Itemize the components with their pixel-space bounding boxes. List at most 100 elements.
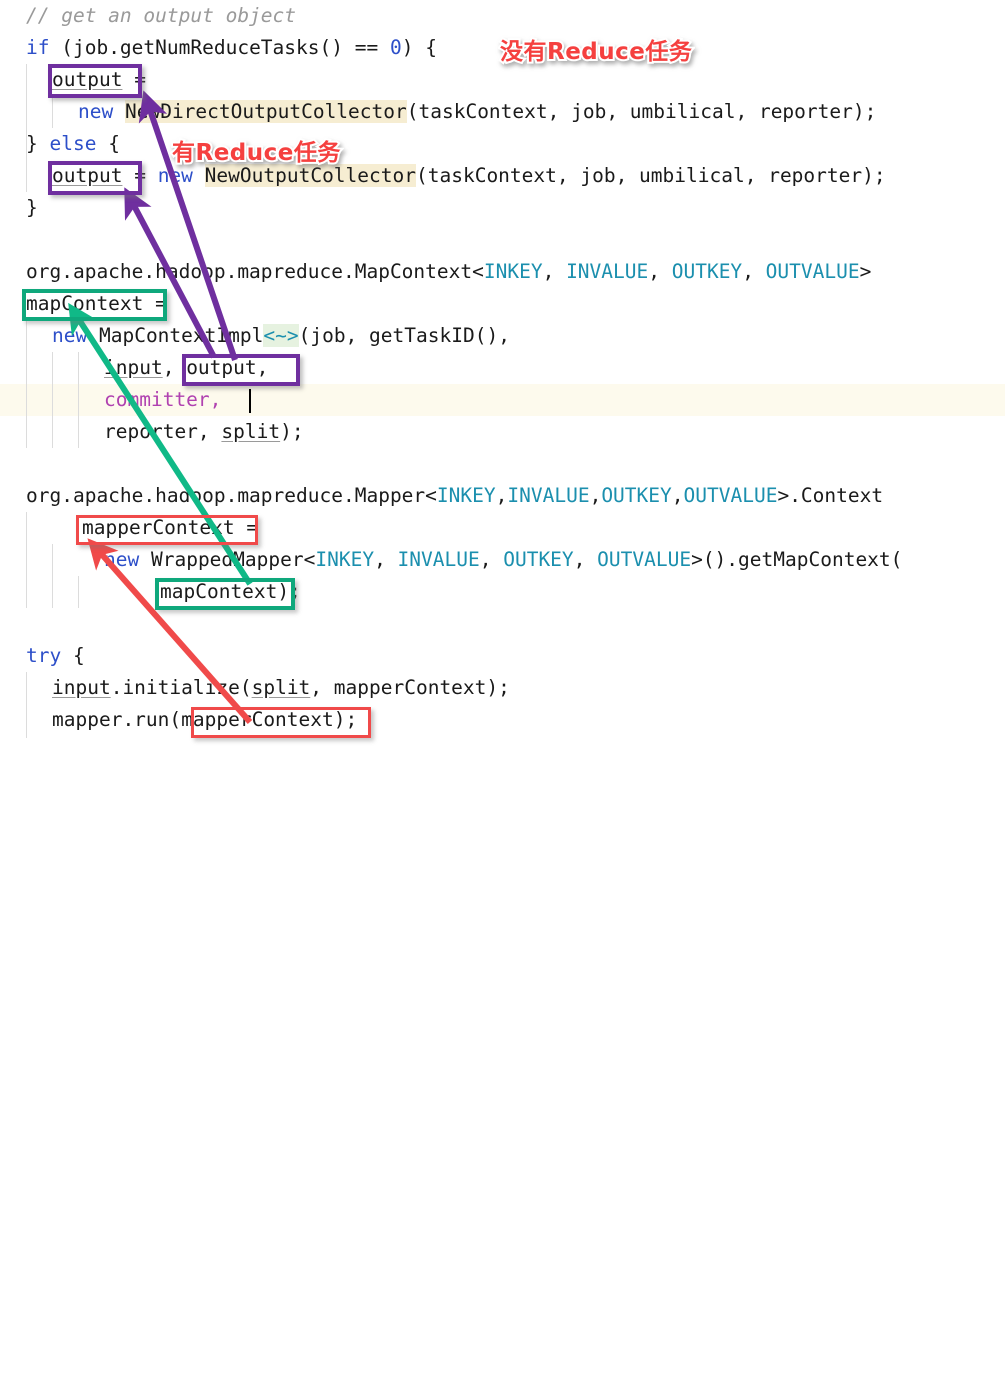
code-line: org.apache.hadoop.mapreduce.Mapper<INKEY… bbox=[26, 480, 883, 512]
code-content: // get an output object if (job.getNumRe… bbox=[0, 0, 1005, 738]
keyword-new: new bbox=[104, 548, 140, 571]
identifier-reporter: reporter bbox=[104, 420, 198, 443]
code-text: ); bbox=[486, 676, 510, 699]
code-line: } bbox=[26, 192, 38, 224]
class-map-context-impl: MapContextImpl bbox=[98, 324, 264, 347]
code-text: ) { bbox=[401, 36, 437, 59]
code-text: < bbox=[472, 260, 484, 283]
code-line: committer, bbox=[104, 384, 221, 416]
generic-inkey: INKEY bbox=[315, 548, 375, 571]
code-text: , bbox=[374, 548, 398, 571]
generic-inkey: INKEY bbox=[436, 484, 496, 507]
keyword-try: try bbox=[26, 644, 62, 667]
text-cursor bbox=[249, 389, 251, 413]
folded-generics-marker[interactable]: <~> bbox=[263, 324, 299, 347]
identifier-input: input bbox=[52, 676, 111, 699]
call-get-task-id: getTaskID() bbox=[369, 324, 499, 347]
identifier-input: input bbox=[104, 356, 163, 379]
generic-outvalue: OUTVALUE bbox=[597, 548, 692, 571]
code-text: , bbox=[742, 260, 766, 283]
identifier-committer: committer bbox=[104, 388, 210, 411]
code-line: new MapContextImpl<~>(job, getTaskID(), bbox=[52, 320, 510, 352]
generic-inkey: INKEY bbox=[483, 260, 543, 283]
constructor-args: (taskContext, job, umbilical, reporter); bbox=[416, 164, 886, 187]
code-text: } bbox=[26, 132, 50, 155]
annotation-box-mappercontext-top bbox=[76, 515, 258, 545]
generic-outvalue: OUTVALUE bbox=[683, 484, 778, 507]
code-text: ); bbox=[280, 420, 304, 443]
code-text: , bbox=[573, 548, 598, 571]
generic-outkey: OUTKEY bbox=[503, 548, 574, 571]
fqn-map-context: org.apache.hadoop.mapreduce.MapContext bbox=[26, 260, 473, 283]
callout-no-reduce-task: 没有Reduce任务 bbox=[498, 37, 694, 67]
code-text: { bbox=[61, 644, 85, 667]
class-wrapped-mapper: WrappedMapper bbox=[150, 548, 304, 571]
code-text: , bbox=[479, 548, 504, 571]
callout-has-reduce-task: 有Reduce任务 bbox=[170, 138, 342, 168]
code-text: , bbox=[498, 324, 510, 347]
literal-zero: 0 bbox=[389, 36, 402, 59]
call-get-map-context: getMapContext( bbox=[738, 548, 903, 571]
code-line: input.initialize(split, mapperContext); bbox=[52, 672, 510, 704]
code-line: new NewDirectOutputCollector(taskContext… bbox=[78, 96, 876, 128]
annotation-box-output-2 bbox=[48, 161, 142, 195]
code-text: , bbox=[495, 484, 508, 507]
generic-outkey: OUTKEY bbox=[671, 260, 743, 283]
code-line: // get an output object bbox=[26, 0, 296, 32]
code-line: } else { bbox=[26, 128, 120, 160]
code-text: == bbox=[343, 36, 390, 59]
generic-outvalue: OUTVALUE bbox=[765, 260, 860, 283]
code-text: < bbox=[303, 548, 316, 571]
annotation-box-mapcontext-top bbox=[22, 289, 167, 321]
code-comment: // get an output object bbox=[26, 4, 297, 27]
code-text: > bbox=[777, 484, 790, 507]
code-line: new WrappedMapper<INKEY, INVALUE, OUTKEY… bbox=[104, 544, 902, 576]
code-text: >(). bbox=[691, 548, 739, 571]
generic-invalue: INVALUE bbox=[566, 260, 649, 283]
identifier-mapper-context: mapperContext bbox=[333, 676, 487, 699]
keyword-new: new bbox=[52, 324, 88, 347]
code-line: if (job.getNumReduceTasks() == 0) { bbox=[26, 32, 437, 64]
code-text: , bbox=[671, 484, 684, 507]
code-line: org.apache.hadoop.mapreduce.MapContext<I… bbox=[26, 256, 871, 288]
code-text: < bbox=[425, 484, 437, 507]
code-text: , bbox=[310, 676, 334, 699]
generic-outkey: OUTKEY bbox=[601, 484, 672, 507]
code-text: , bbox=[197, 420, 222, 443]
keyword-new: new bbox=[157, 164, 193, 187]
call-get-num-reduce-tasks: job.getNumReduceTasks() bbox=[72, 36, 343, 59]
annotation-box-mappercontext-bottom bbox=[191, 707, 371, 738]
code-text: , bbox=[542, 260, 567, 283]
code-text: > bbox=[859, 260, 872, 283]
code-text: , bbox=[648, 260, 672, 283]
identifier-split: split bbox=[221, 420, 281, 443]
class-new-output-collector: NewOutputCollector bbox=[204, 164, 416, 187]
code-text: { bbox=[96, 132, 120, 155]
fqn-mapper: org.apache.hadoop.mapreduce.Mapper bbox=[26, 484, 426, 507]
keyword-if: if bbox=[26, 36, 50, 59]
code-text: ( bbox=[49, 36, 73, 59]
code-text: .initialize( bbox=[110, 676, 252, 699]
keyword-else: else bbox=[49, 132, 97, 155]
constructor-args: (taskContext, job, umbilical, reporter); bbox=[406, 100, 877, 123]
code-text: (job, bbox=[298, 324, 370, 347]
generic-invalue: INVALUE bbox=[507, 484, 590, 507]
code-editor[interactable]: // get an output object if (job.getNumRe… bbox=[0, 0, 1005, 738]
code-text: , bbox=[209, 388, 222, 411]
class-new-direct-output-collector: NewDirectOutputCollector bbox=[124, 100, 407, 123]
annotation-box-output-1 bbox=[48, 64, 142, 98]
code-text: } bbox=[26, 196, 38, 219]
annotation-box-mapcontext-bottom bbox=[155, 578, 295, 610]
keyword-new: new bbox=[78, 100, 114, 123]
annotation-box-output-arg bbox=[182, 354, 300, 386]
code-line: try { bbox=[26, 640, 85, 672]
code-text: , bbox=[589, 484, 602, 507]
context-suffix: .Context bbox=[789, 484, 884, 507]
generic-invalue: INVALUE bbox=[397, 548, 480, 571]
code-line: reporter, split); bbox=[104, 416, 304, 448]
identifier-split: split bbox=[251, 676, 311, 699]
